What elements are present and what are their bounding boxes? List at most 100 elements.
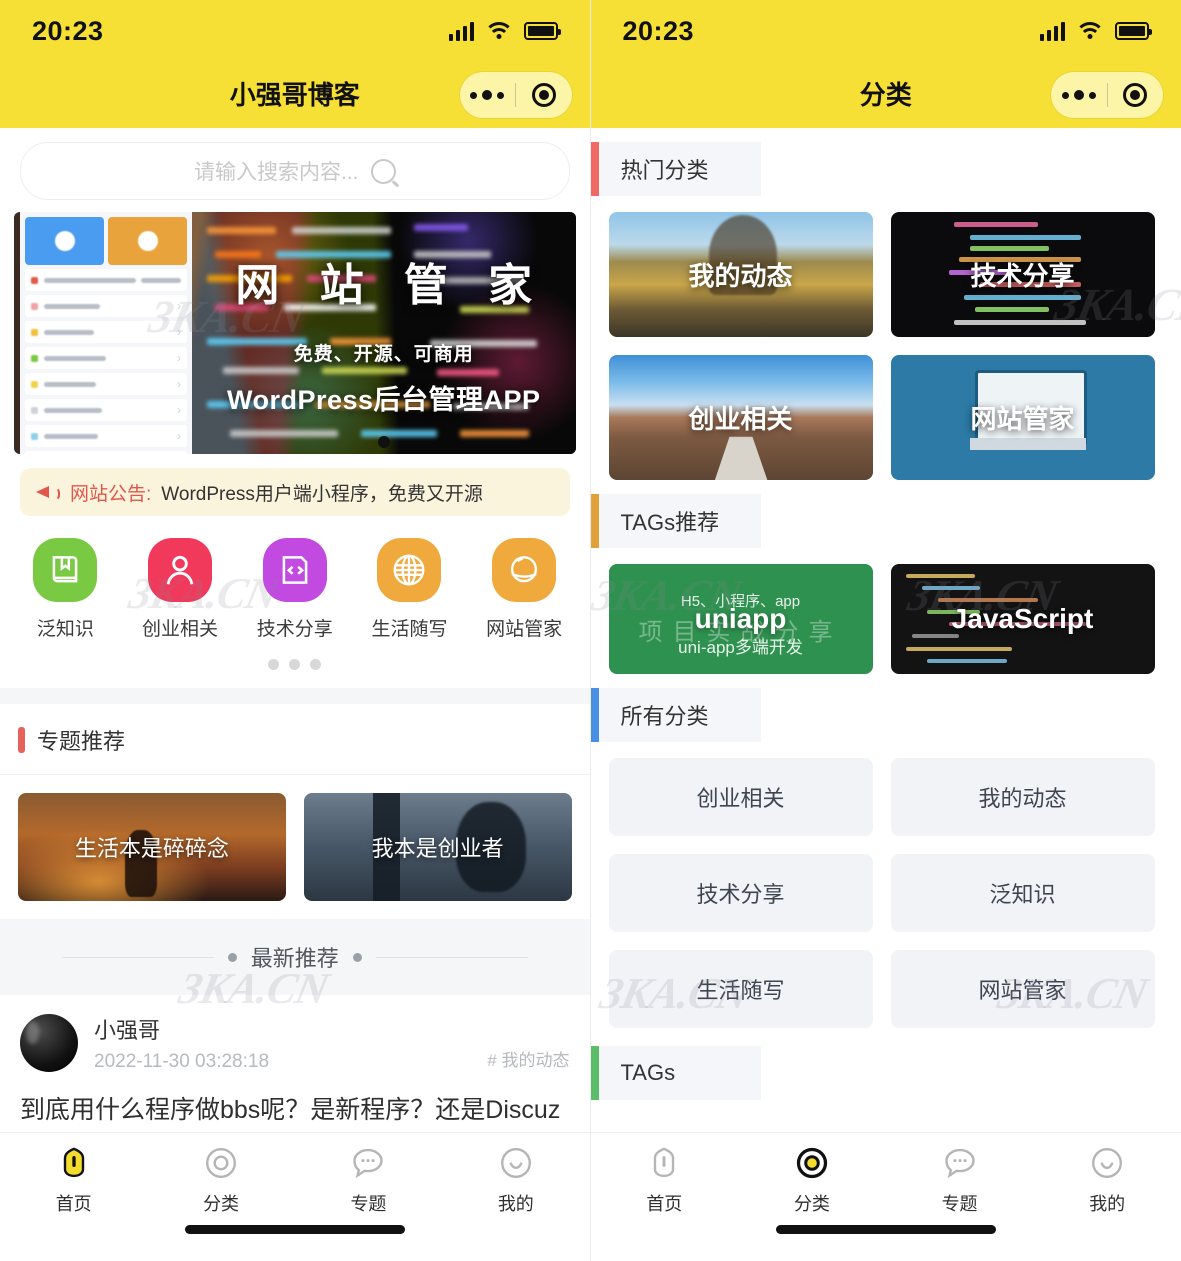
topic-title: 我本是创业者	[371, 836, 504, 861]
topic-section-header: 专题推荐	[0, 704, 590, 775]
quick-icon-planet[interactable]: 网站管家	[467, 538, 582, 641]
section-title: TAGs	[620, 1060, 676, 1085]
miniprogram-capsule[interactable]	[459, 72, 572, 118]
miniprogram-capsule[interactable]	[1051, 72, 1163, 118]
dual-screenshot: 20:23 小强哥博客 请输入搜索内容... › › › › › › 网 站 管…	[0, 0, 1181, 1261]
hot-category-card[interactable]: 创业相关	[608, 355, 873, 480]
tab-home[interactable]: 首页	[0, 1133, 147, 1225]
tab-label: 分类	[203, 1193, 240, 1214]
hero-banner[interactable]: › › › › › › ›	[14, 212, 576, 454]
tag-card[interactable]: JavaScript	[890, 564, 1155, 674]
left-phone-screen: 20:23 小强哥博客 请输入搜索内容... › › › › › › 网 站 管…	[0, 0, 590, 1261]
tab-label: 首页	[646, 1193, 683, 1214]
accent-bar	[590, 142, 599, 196]
topic-card[interactable]: 我本是创业者	[303, 793, 572, 901]
profile-icon	[1089, 1143, 1125, 1183]
close-target-icon[interactable]	[516, 83, 572, 107]
planet-icon	[492, 538, 557, 602]
more-menu-icon[interactable]	[1051, 90, 1107, 100]
accent-bar	[18, 727, 25, 753]
status-time: 20:23	[622, 15, 695, 46]
search-input[interactable]: 请输入搜索内容...	[194, 156, 359, 186]
search-bar[interactable]: 请输入搜索内容...	[20, 142, 570, 200]
quick-icon-label: 创业相关	[142, 619, 219, 640]
tab-category[interactable]: 分类	[147, 1133, 294, 1225]
tab-label: 我的	[497, 1193, 534, 1214]
category-icon	[203, 1143, 239, 1183]
megaphone-icon	[36, 483, 60, 501]
card-title: 网站管家	[970, 404, 1075, 434]
category-button[interactable]: 我的动态	[890, 758, 1155, 836]
divider-dot	[352, 952, 362, 962]
battery-icon	[523, 22, 561, 40]
globe-icon	[377, 538, 442, 602]
tag-card[interactable]: H5、小程序、app 项目实战分享 uniapp uni-app多端开发	[608, 564, 873, 674]
nav-bar-left: 小强哥博客	[0, 62, 590, 128]
banner-indicator[interactable]	[377, 436, 390, 448]
category-icon	[794, 1143, 830, 1183]
post-date: 2022-11-30 03:28:18	[94, 1051, 270, 1072]
hot-category-card[interactable]: 我的动态	[608, 212, 873, 337]
quick-icon-globe[interactable]: 生活随写	[352, 538, 467, 641]
nav-bar-right: 分类	[590, 62, 1181, 128]
banner-text: 网 站 管 家 免费、开源、可商用 WordPress后台管理APP	[192, 212, 576, 454]
quick-icon-code[interactable]: 技术分享	[237, 538, 352, 641]
home-indicator	[775, 1225, 996, 1234]
accent-bar	[590, 1046, 599, 1100]
status-indicators	[448, 21, 561, 41]
tab-topic[interactable]: 专题	[295, 1133, 442, 1225]
battery-icon	[1115, 22, 1152, 40]
tab-label: 专题	[350, 1193, 387, 1214]
status-bar-right: 20:23	[590, 0, 1181, 62]
category-button[interactable]: 生活随写	[608, 950, 873, 1028]
quick-icon-label: 生活随写	[371, 619, 448, 640]
quick-icon-book[interactable]: 泛知识	[8, 538, 123, 641]
hot-category-grid: 我的动态 技术分享 创业相关 网站管家	[591, 196, 1181, 480]
more-menu-icon[interactable]	[460, 90, 516, 100]
search-icon[interactable]	[370, 158, 396, 184]
tab-label: 分类	[793, 1193, 830, 1214]
category-button[interactable]: 创业相关	[608, 758, 873, 836]
banner-subtitle: 免费、开源、可商用	[293, 344, 474, 365]
section-title: TAGs推荐	[620, 510, 720, 535]
topic-card[interactable]: 生活本是碎碎念	[18, 793, 286, 901]
tab-label: 专题	[941, 1193, 978, 1214]
tab-home[interactable]: 首页	[591, 1133, 739, 1225]
wifi-icon	[483, 21, 514, 41]
quick-icon-label: 技术分享	[256, 619, 333, 640]
close-target-icon[interactable]	[1108, 83, 1164, 107]
right-page-content: 热门分类 我的动态 技术分享 创业相关 网站管家 TAGs推荐 H5、小程序、a…	[590, 128, 1181, 1261]
accent-bar	[590, 494, 599, 548]
hot-category-card[interactable]: 网站管家	[890, 355, 1155, 480]
avatar[interactable]	[20, 1014, 78, 1072]
tab-topic[interactable]: 专题	[886, 1133, 1034, 1225]
banner-caption: WordPress后台管理APP	[226, 385, 541, 415]
tag-title: JavaScript	[951, 603, 1094, 634]
status-indicators	[1040, 21, 1152, 41]
section-title: 热门分类	[620, 158, 709, 183]
grid-pagination[interactable]	[0, 641, 590, 670]
tab-label: 我的	[1089, 1193, 1126, 1214]
post-category-tag[interactable]: # 我的动态	[487, 1046, 569, 1071]
card-title: 创业相关	[688, 404, 793, 434]
hot-category-card[interactable]: 技术分享	[890, 212, 1155, 337]
person-icon	[148, 538, 213, 602]
category-button[interactable]: 技术分享	[608, 854, 873, 932]
quick-icon-person[interactable]: 创业相关	[123, 538, 238, 641]
all-category-grid: 创业相关 我的动态 技术分享 泛知识 生活随写 网站管家	[591, 742, 1181, 1028]
announcement-text: WordPress用户端小程序，免费又开源	[161, 483, 483, 505]
status-time: 20:23	[32, 15, 104, 46]
tag-card-list: H5、小程序、app 项目实战分享 uniapp uni-app多端开发 Jav…	[591, 548, 1181, 674]
announcement-bar[interactable]: 网站公告: WordPress用户端小程序，免费又开源	[20, 468, 570, 516]
banner-artwork: 网 站 管 家 免费、开源、可商用 WordPress后台管理APP	[192, 212, 576, 454]
tab-profile[interactable]: 我的	[1033, 1133, 1181, 1225]
section-title: 所有分类	[620, 704, 709, 729]
tab-category[interactable]: 分类	[738, 1133, 886, 1225]
tab-profile[interactable]: 我的	[442, 1133, 589, 1225]
quick-icon-grid: 泛知识 创业相关 技术分享 生活随写 网站管家	[0, 516, 590, 641]
announcement-label: 网站公告:	[70, 483, 152, 505]
category-button[interactable]: 网站管家	[890, 950, 1155, 1028]
divider-label: 最新推荐	[250, 946, 339, 971]
category-button[interactable]: 泛知识	[890, 854, 1155, 932]
divider-line	[375, 956, 528, 958]
